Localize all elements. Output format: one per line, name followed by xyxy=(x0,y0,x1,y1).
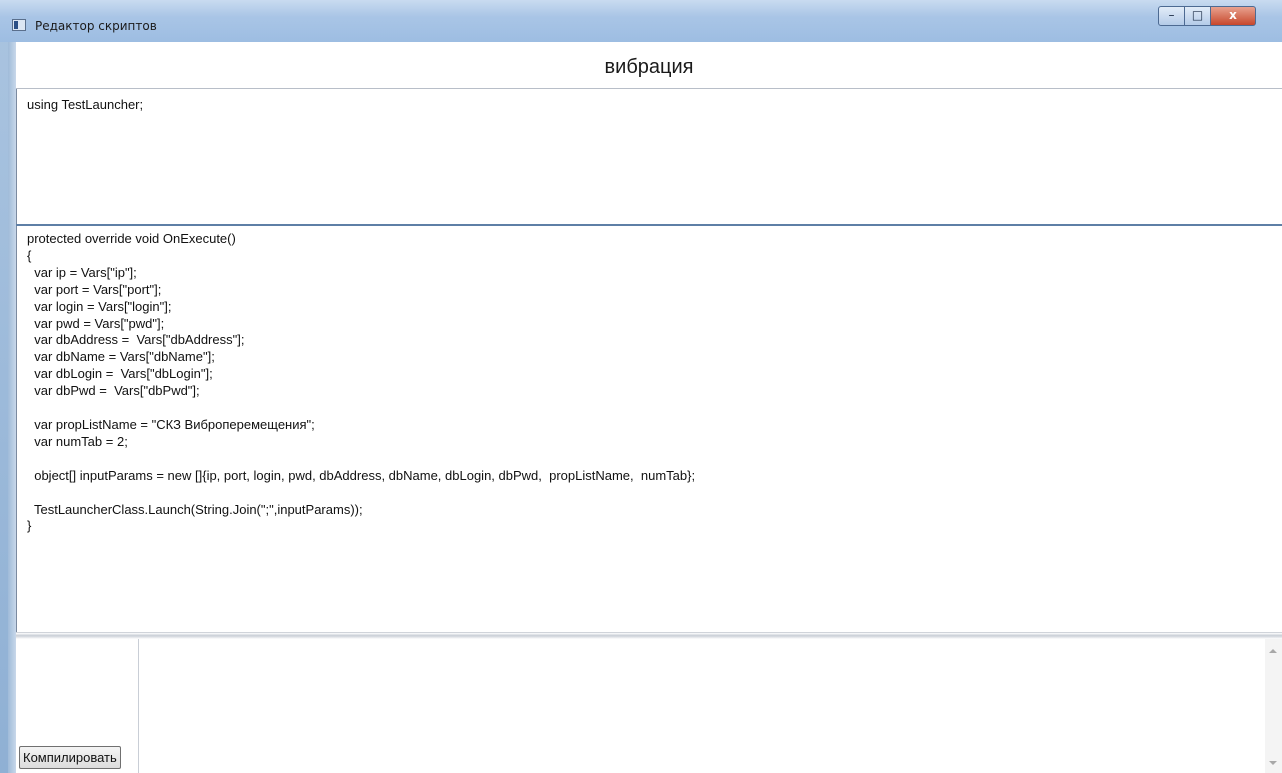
compile-button[interactable]: Компилировать xyxy=(19,746,121,769)
maximize-button[interactable]: □ xyxy=(1184,6,1211,26)
code-editor[interactable]: protected override void OnExecute() { va… xyxy=(16,226,1282,632)
app-icon xyxy=(12,19,26,31)
title-bar[interactable]: Редактор скриптов – □ x xyxy=(0,0,1282,42)
left-gutter xyxy=(8,42,16,773)
usings-editor[interactable]: using TestLauncher; xyxy=(16,89,1282,224)
compile-output[interactable] xyxy=(138,639,1282,773)
splitter-handle[interactable] xyxy=(16,632,1282,639)
window-title: Редактор скриптов xyxy=(35,19,157,33)
client-area: вибрация using TestLauncher; protected o… xyxy=(8,42,1282,773)
scroll-down-icon[interactable] xyxy=(1269,761,1277,765)
script-editor-window: Редактор скриптов – □ x вибрация using T… xyxy=(0,0,1282,773)
script-name-title: вибрация xyxy=(16,42,1282,89)
close-button[interactable]: x xyxy=(1210,6,1256,26)
compile-panel: Компилировать xyxy=(16,639,1282,773)
scroll-up-icon[interactable] xyxy=(1269,649,1277,653)
output-scrollbar[interactable] xyxy=(1265,639,1282,773)
minimize-button[interactable]: – xyxy=(1158,6,1185,26)
